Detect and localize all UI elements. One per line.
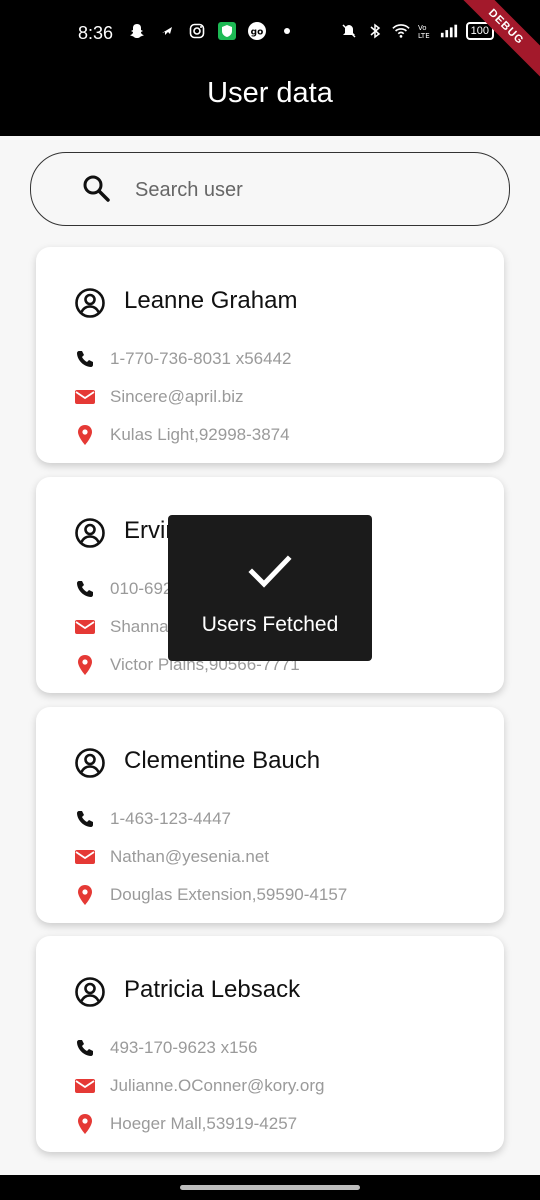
user-address: Kulas Light,92998-3874: [110, 425, 290, 444]
mail-icon: [74, 1075, 96, 1097]
signal-icon: [440, 22, 458, 40]
search-input[interactable]: [133, 171, 497, 209]
account-circle-icon: [75, 977, 105, 1007]
search-icon: [83, 175, 110, 202]
user-phone: 493-170-9623 x156: [110, 1038, 258, 1057]
user-name: Patricia Lebsack: [124, 976, 301, 1003]
account-circle-icon: [75, 288, 105, 318]
wifi-icon: [391, 22, 410, 40]
address-row: Victor Plains,90566-7771: [74, 653, 300, 677]
phone-icon: [74, 348, 96, 370]
user-phone: 1-463-123-4447: [110, 809, 231, 828]
bluetooth-icon: [366, 22, 384, 40]
phone-icon: [74, 578, 96, 600]
user-email: Sincere@april.biz: [110, 387, 244, 406]
phone-icon: [74, 808, 96, 830]
svg-text:go: go: [251, 28, 264, 38]
system-nav-bar: [0, 1175, 540, 1200]
mail-icon: [74, 386, 96, 408]
user-name: Leanne Graham: [124, 287, 298, 314]
address-row: Douglas Extension,59590-4157: [74, 883, 347, 907]
snapchat-icon: [128, 22, 146, 40]
user-phone: 1-770-736-8031 x56442: [110, 349, 292, 368]
address-row: Hoeger Mall,53919-4257: [74, 1112, 297, 1136]
email-row: Sincere@april.biz: [74, 385, 243, 409]
user-card[interactable]: Clementine Bauch 1-463-123-4447 Nathan@y…: [36, 707, 504, 923]
email-row: Shanna@melissa.tv: [74, 615, 261, 639]
svg-text:Vo: Vo: [418, 24, 427, 32]
airplane-icon: [158, 22, 176, 40]
phone-row: 1-463-123-4447: [74, 807, 231, 831]
app-bar: 8:36 go Vo LTE 100 DEBUG User data: [0, 0, 540, 136]
user-card[interactable]: Leanne Graham 1-770-736-8031 x56442 Sinc…: [36, 247, 504, 463]
home-gesture-handle[interactable]: [180, 1185, 360, 1190]
page-title: User data: [207, 77, 333, 109]
phone-icon: [74, 1037, 96, 1059]
email-row: Julianne.OConner@kory.org: [74, 1074, 324, 1098]
user-card[interactable]: Patricia Lebsack 493-170-9623 x156 Julia…: [36, 936, 504, 1152]
user-email: Julianne.OConner@kory.org: [110, 1076, 325, 1095]
account-circle-icon: [75, 518, 105, 548]
toast: Users Fetched: [168, 515, 372, 661]
instagram-icon: [188, 22, 206, 40]
user-name: Clementine Bauch: [124, 747, 321, 774]
check-icon: [248, 555, 292, 588]
svg-text:LTE: LTE: [418, 32, 430, 39]
status-bar: 8:36 go Vo LTE 100: [0, 0, 540, 70]
user-address: Hoeger Mall,53919-4257: [110, 1114, 298, 1133]
mail-icon: [74, 616, 96, 638]
address-row: Kulas Light,92998-3874: [74, 423, 290, 447]
search-field[interactable]: [30, 152, 510, 226]
volte-icon: Vo LTE: [418, 22, 432, 40]
location-pin-icon: [74, 654, 96, 676]
user-email: Nathan@yesenia.net: [110, 847, 270, 866]
dot-icon: [278, 22, 296, 40]
location-pin-icon: [74, 424, 96, 446]
user-address: Douglas Extension,59590-4157: [110, 885, 348, 904]
phone-row: 1-770-736-8031 x56442: [74, 347, 291, 371]
location-pin-icon: [74, 884, 96, 906]
phone-row: 493-170-9623 x156: [74, 1036, 257, 1060]
go-icon: go: [248, 22, 266, 40]
toast-message: Users Fetched: [201, 613, 339, 636]
mail-icon: [74, 846, 96, 868]
email-row: Nathan@yesenia.net: [74, 845, 269, 869]
phone-row: 010-692-6593 x09125: [74, 577, 276, 601]
shield-icon: [218, 22, 236, 40]
status-time: 8:36: [78, 23, 114, 43]
location-pin-icon: [74, 1113, 96, 1135]
mute-icon: [340, 22, 358, 40]
account-circle-icon: [75, 748, 105, 778]
